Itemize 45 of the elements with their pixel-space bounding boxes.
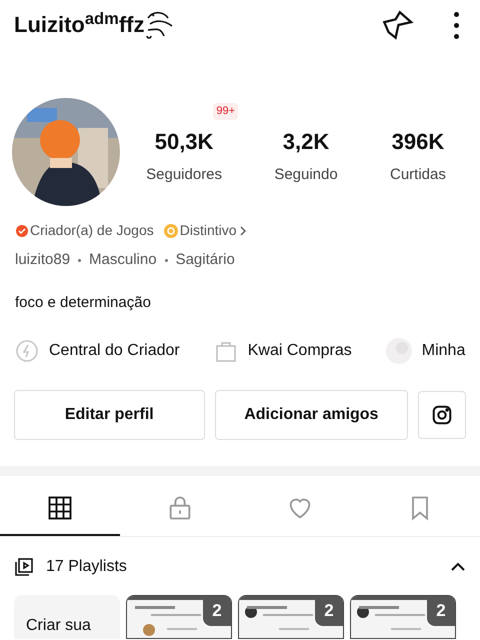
- instagram-button[interactable]: [418, 391, 466, 439]
- profile-detail: luizito89: [15, 250, 70, 270]
- collapse-icon[interactable]: [450, 562, 466, 572]
- tag-label: Distintivo: [180, 221, 237, 240]
- video-count: 2: [436, 600, 446, 622]
- profile-detail: Masculino: [89, 250, 157, 270]
- playlist-thumbnail[interactable]: 2: [350, 595, 456, 639]
- share-icon: [380, 8, 414, 42]
- create-playlist-card[interactable]: Criar sua: [14, 595, 120, 639]
- shortcut-link[interactable]: Central do Criador: [15, 339, 180, 363]
- tag-label: Criador(a) de Jogos: [30, 221, 154, 240]
- stat-label: Curtidas: [390, 165, 446, 186]
- stat-value: 3,2K: [282, 128, 330, 156]
- notification-badge: 99+: [213, 103, 238, 120]
- playlists-title: 17 Playlists: [46, 557, 127, 577]
- bio-text: foco e determinação: [14, 292, 152, 312]
- shortcut-link[interactable]: Minha: [386, 338, 466, 364]
- playlist-thumbnail[interactable]: 2: [126, 595, 232, 639]
- stat-value: 396K: [392, 128, 444, 156]
- badge-icon: [164, 224, 178, 238]
- action-button[interactable]: Editar perfil: [14, 390, 205, 440]
- avatar-icon: [386, 338, 412, 364]
- chevron-right-icon: [238, 226, 247, 236]
- stat-item[interactable]: 3,2K Seguindo: [274, 125, 338, 187]
- action-button[interactable]: Adicionar amigos: [214, 390, 408, 440]
- share-button[interactable]: [380, 8, 414, 42]
- profile-detail: Sagitário: [176, 250, 235, 270]
- stat-item[interactable]: 396K Curtidas: [390, 125, 446, 187]
- username: Luizito$^{adm}$ffz: [14, 14, 144, 36]
- lightning-icon: [15, 339, 39, 363]
- stat-label: Seguidores: [146, 165, 222, 186]
- video-count: 2: [324, 600, 334, 622]
- more-button[interactable]: [452, 12, 460, 38]
- stat-label: Seguindo: [274, 165, 338, 186]
- playlist-icon: [14, 557, 34, 577]
- stat-value: 50,3K: [154, 128, 214, 156]
- grid-icon: [46, 494, 74, 522]
- profile-tag[interactable]: Distintivo: [164, 220, 247, 241]
- shortcut-link[interactable]: Kwai Compras: [214, 339, 352, 363]
- profile-tab[interactable]: [0, 494, 120, 536]
- video-count: 2: [212, 600, 222, 622]
- instagram-icon: [431, 404, 454, 426]
- profile-tag[interactable]: Criador(a) de Jogos: [16, 220, 154, 241]
- verified-icon: [16, 224, 28, 236]
- playlist-thumbnail[interactable]: 2: [238, 595, 344, 639]
